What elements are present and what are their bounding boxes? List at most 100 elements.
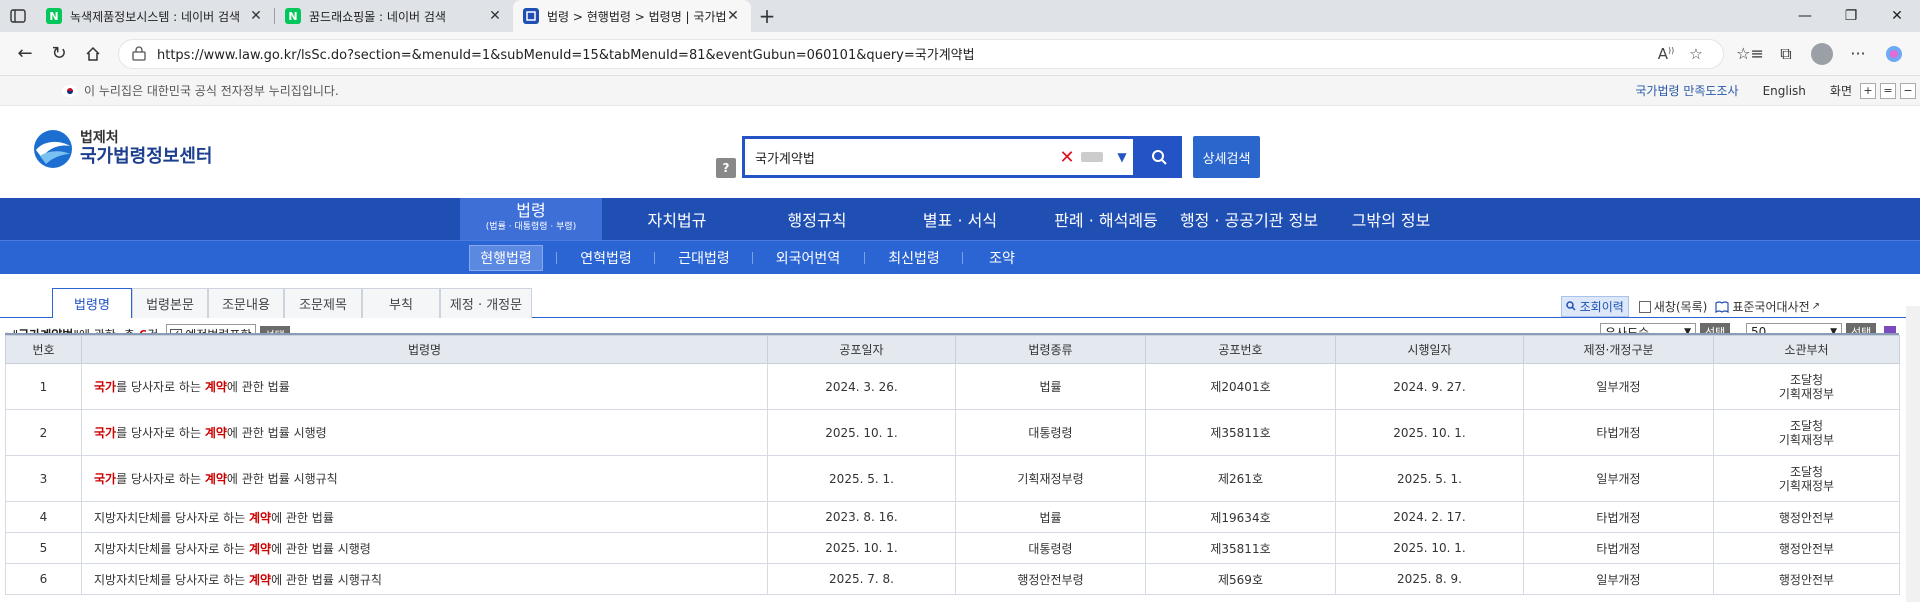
new-tab-button[interactable]: +: [751, 0, 783, 32]
nav-item-admin-rules[interactable]: 행정규칙: [762, 198, 872, 240]
page-scrollbar[interactable]: [1906, 306, 1920, 602]
home-icon[interactable]: [76, 37, 110, 71]
cell-amendment-type: 타법개정: [1523, 409, 1714, 456]
close-icon[interactable]: ✕: [725, 8, 741, 24]
refresh-icon[interactable]: ↻: [42, 37, 76, 71]
col-header-law-kind[interactable]: 법령종류: [955, 335, 1146, 364]
tab-article-content[interactable]: 조문내용: [208, 288, 284, 318]
table-row[interactable]: 4 지방자치단체를 당사자로 하는 계약에 관한 법률 2023. 8. 16. 법률…: [5, 501, 1900, 533]
tab-addenda[interactable]: 부칙: [362, 288, 440, 318]
site-logo[interactable]: 법제처 국가법령정보센터: [32, 128, 212, 170]
keyboard-icon[interactable]: [1081, 152, 1103, 162]
search-input[interactable]: 국가계약법: [755, 148, 1057, 167]
zoom-out-button[interactable]: −: [1900, 82, 1916, 99]
zoom-reset-button[interactable]: =: [1880, 82, 1896, 99]
gov-banner-text: 이 누리집은 대한민국 공식 전자정부 누리집입니다.: [84, 84, 339, 98]
col-header-law-name[interactable]: 법령명: [81, 335, 768, 364]
site-header: 법제처 국가법령정보센터 ? 국가계약법 ✕ ▼ 상세검색: [0, 106, 1920, 198]
nav-item-laws[interactable]: 법령 (법률 · 대통령령 · 부령): [460, 198, 602, 240]
table-row[interactable]: 2 국가를 당사자로 하는 계약에 관한 법률 시행령 2025. 10. 1. 대통…: [5, 409, 1900, 456]
tab-tools: 조회이력 새창(목록) 표준국어대사전 ↗: [1560, 296, 1820, 317]
clear-search-icon[interactable]: ✕: [1057, 147, 1077, 168]
cell-department: 조달청 기획재정부: [1713, 409, 1900, 456]
minimize-icon[interactable]: —: [1782, 0, 1828, 32]
subnav-item-current-laws[interactable]: 현행법령: [464, 241, 548, 275]
law-name-highlight: 국가: [94, 426, 117, 440]
table-row[interactable]: 5 지방자치단체를 당사자로 하는 계약에 관한 법률 시행령 2025. 10. …: [5, 532, 1900, 564]
favorites-icon[interactable]: ☆≡: [1732, 37, 1768, 71]
english-link[interactable]: English: [1763, 84, 1806, 98]
cell-law-kind: 법률: [955, 501, 1146, 533]
profile-avatar[interactable]: [1804, 37, 1840, 71]
subnav-item-treaties[interactable]: 조약: [972, 241, 1032, 275]
tab-title: 법령 > 현행법령 > 법령명 | 국가법: [547, 9, 725, 24]
law-name-link[interactable]: 지방자치단체를 당사자로 하는 계약에 관한 법률 시행령: [81, 532, 768, 564]
col-header-number[interactable]: 번호: [5, 335, 82, 364]
back-icon[interactable]: ←: [8, 37, 42, 71]
law-name-part: 에 관한 법률: [271, 510, 334, 525]
search-help-button[interactable]: ?: [716, 158, 736, 178]
close-icon[interactable]: ✕: [487, 8, 503, 24]
survey-link[interactable]: 국가법령 만족도조사: [1635, 82, 1738, 99]
dictionary-link[interactable]: 표준국어대사전: [1732, 298, 1809, 315]
table-row[interactable]: 1 국가를 당사자로 하는 계약에 관한 법률 2024. 3. 26. 법률 제204…: [5, 363, 1900, 410]
col-header-promulgation-date[interactable]: 공포일자: [767, 335, 956, 364]
search-button[interactable]: [1136, 136, 1182, 178]
law-name-link[interactable]: 국가를 당사자로 하는 계약에 관한 법률 시행령: [81, 409, 768, 456]
browser-tab-1[interactable]: N 녹색제품정보시스템 : 네이버 검색 ✕: [36, 0, 274, 32]
advanced-search-button[interactable]: 상세검색: [1193, 136, 1260, 178]
content-tabs: 법령명 법령본문 조문내용 조문제목 부칙 제정 · 개정문 조회이력 새창(목…: [0, 282, 1920, 319]
tab-law-body[interactable]: 법령본문: [132, 288, 208, 318]
more-menu-icon[interactable]: ···: [1840, 37, 1876, 71]
search-box[interactable]: 국가계약법 ✕ ▼: [742, 136, 1136, 178]
new-window-checkbox[interactable]: [1638, 300, 1651, 313]
law-name-link[interactable]: 지방자치단체를 당사자로 하는 계약에 관한 법률: [81, 501, 768, 533]
cell-law-kind: 행정안전부령: [955, 563, 1146, 595]
col-header-effective-date[interactable]: 시행일자: [1335, 335, 1524, 364]
history-button[interactable]: 조회이력: [1560, 296, 1629, 317]
cell-amendment-type: 일부개정: [1523, 455, 1714, 502]
law-name-part: 지방자치단체를 당사자로 하는: [94, 510, 249, 525]
site-info-icon[interactable]: [131, 45, 147, 62]
table-row[interactable]: 6 지방자치단체를 당사자로 하는 계약에 관한 법률 시행규칙 2025. 7. …: [5, 563, 1900, 595]
subnav-item-historical-laws[interactable]: 연혁법령: [566, 241, 646, 275]
subnav-item-translations[interactable]: 외국어번역: [766, 241, 850, 275]
close-icon[interactable]: ✕: [248, 8, 264, 24]
nav-item-appendix-forms[interactable]: 별표 · 서식: [905, 198, 1015, 240]
favorite-star-icon[interactable]: ☆: [1681, 45, 1711, 63]
nav-item-other-info[interactable]: 그밖의 정보: [1336, 198, 1446, 240]
col-header-promulgation-number[interactable]: 공포번호: [1145, 335, 1336, 364]
law-name-part: 에 관한 법률 시행령: [226, 426, 327, 440]
cell-promulgation-date: 2025. 5. 1.: [767, 455, 956, 502]
subnav-item-modern-laws[interactable]: 근대법령: [664, 241, 744, 275]
collections-icon[interactable]: ⧉: [1768, 37, 1804, 71]
tab-amendments[interactable]: 제정 · 개정문: [440, 288, 532, 318]
nav-item-precedents[interactable]: 판례 · 해석례등: [1046, 198, 1166, 240]
window-close-icon[interactable]: ✕: [1874, 0, 1920, 32]
law-name-link[interactable]: 지방자치단체를 당사자로 하는 계약에 관한 법률 시행규칙: [81, 563, 768, 595]
table-row[interactable]: 3 국가를 당사자로 하는 계약에 관한 법률 시행규칙 2025. 5. 1. 기획…: [5, 455, 1900, 502]
dept-name: 조달청: [1789, 418, 1824, 433]
browser-tab-3[interactable]: 법령 > 현행법령 > 법령명 | 국가법 ✕: [513, 0, 751, 32]
read-aloud-icon[interactable]: A)): [1651, 45, 1681, 63]
col-header-amendment-type[interactable]: 제정·개정구분: [1523, 335, 1714, 364]
law-name-part: 에 관한 법률 시행규칙: [271, 572, 382, 587]
tab-title: 녹색제품정보시스템 : 네이버 검색: [70, 9, 241, 24]
restore-icon[interactable]: ❐: [1828, 0, 1874, 32]
main-nav: 법령 (법률 · 대통령령 · 부령) 자치법규 행정규칙 별표 · 서식 판례…: [0, 198, 1920, 240]
copilot-icon[interactable]: [1876, 37, 1912, 71]
dictionary-book-icon: [1715, 300, 1729, 313]
law-name-link[interactable]: 국가를 당사자로 하는 계약에 관한 법률: [81, 363, 768, 410]
tab-law-name[interactable]: 법령명: [52, 288, 132, 319]
nav-item-public-agencies[interactable]: 행정 · 공공기관 정보: [1174, 198, 1324, 240]
law-name-link[interactable]: 국가를 당사자로 하는 계약에 관한 법률 시행규칙: [81, 455, 768, 502]
tab-article-title[interactable]: 조문제목: [284, 288, 362, 318]
tab-actions-icon[interactable]: [0, 0, 36, 32]
nav-item-local-laws[interactable]: 자치법규: [622, 198, 732, 240]
browser-tab-2[interactable]: N 꿈드래쇼핑몰 : 네이버 검색 ✕: [275, 0, 513, 32]
zoom-in-button[interactable]: +: [1860, 82, 1876, 99]
col-header-department[interactable]: 소관부처: [1713, 335, 1900, 364]
url-field[interactable]: https://www.law.go.kr/lsSc.do?section=&m…: [118, 38, 1724, 69]
chevron-down-icon[interactable]: ▼: [1111, 150, 1133, 164]
subnav-item-latest-laws[interactable]: 최신법령: [874, 241, 954, 275]
